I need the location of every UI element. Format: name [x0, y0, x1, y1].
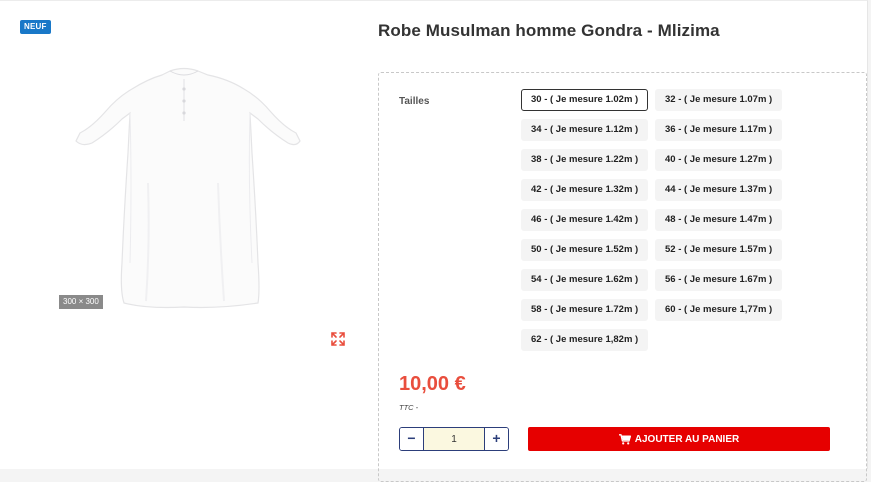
tax-label: TTC - [399, 403, 419, 412]
product-page: NEUF 300 × 300 Robe Musulman homme Gondr… [0, 0, 868, 482]
size-option-36[interactable]: 36 - ( Je mesure 1.17m ) [655, 119, 783, 141]
product-price: 10,00 € [399, 373, 466, 395]
size-option-48[interactable]: 48 - ( Je mesure 1.47m ) [655, 209, 783, 231]
size-option-62[interactable]: 62 - ( Je mesure 1,82m ) [521, 329, 649, 351]
size-option-label: Tailles [399, 96, 430, 107]
expand-arrows-icon[interactable] [330, 331, 346, 347]
add-to-cart-button[interactable]: AJOUTER AU PANIER [528, 427, 830, 451]
quantity-decrease-button[interactable]: − [400, 428, 424, 450]
size-option-38[interactable]: 38 - ( Je mesure 1.22m ) [521, 149, 649, 171]
image-dimension-label: 300 × 300 [59, 295, 103, 309]
shopping-cart-icon [618, 433, 631, 444]
size-option-58[interactable]: 58 - ( Je mesure 1.72m ) [521, 299, 649, 321]
product-options-panel: Tailles 30 - ( Je mesure 1.02m ) 32 - ( … [378, 72, 867, 482]
size-option-34[interactable]: 34 - ( Je mesure 1.12m ) [521, 119, 649, 141]
size-option-52[interactable]: 52 - ( Je mesure 1.57m ) [655, 239, 783, 261]
add-to-cart-label: AJOUTER AU PANIER [634, 433, 740, 445]
new-badge: NEUF [20, 20, 51, 34]
size-option-60[interactable]: 60 - ( Je mesure 1,77m ) [655, 299, 783, 321]
size-option-44[interactable]: 44 - ( Je mesure 1.37m ) [655, 179, 783, 201]
quantity-increase-button[interactable]: + [484, 428, 508, 450]
size-option-40[interactable]: 40 - ( Je mesure 1.27m ) [655, 149, 783, 171]
size-option-32[interactable]: 32 - ( Je mesure 1.07m ) [655, 89, 783, 111]
quantity-stepper: − + [399, 427, 509, 451]
size-option-56[interactable]: 56 - ( Je mesure 1.67m ) [655, 269, 783, 291]
size-option-46[interactable]: 46 - ( Je mesure 1.42m ) [521, 209, 649, 231]
size-option-50[interactable]: 50 - ( Je mesure 1.52m ) [521, 239, 649, 261]
size-option-42[interactable]: 42 - ( Je mesure 1.32m ) [521, 179, 649, 201]
size-option-30[interactable]: 30 - ( Je mesure 1.02m ) [521, 89, 649, 111]
size-option-54[interactable]: 54 - ( Je mesure 1.62m ) [521, 269, 649, 291]
product-image[interactable] [58, 63, 310, 313]
product-title: Robe Musulman homme Gondra - Mlizima [378, 21, 720, 40]
quantity-input[interactable] [424, 428, 484, 450]
